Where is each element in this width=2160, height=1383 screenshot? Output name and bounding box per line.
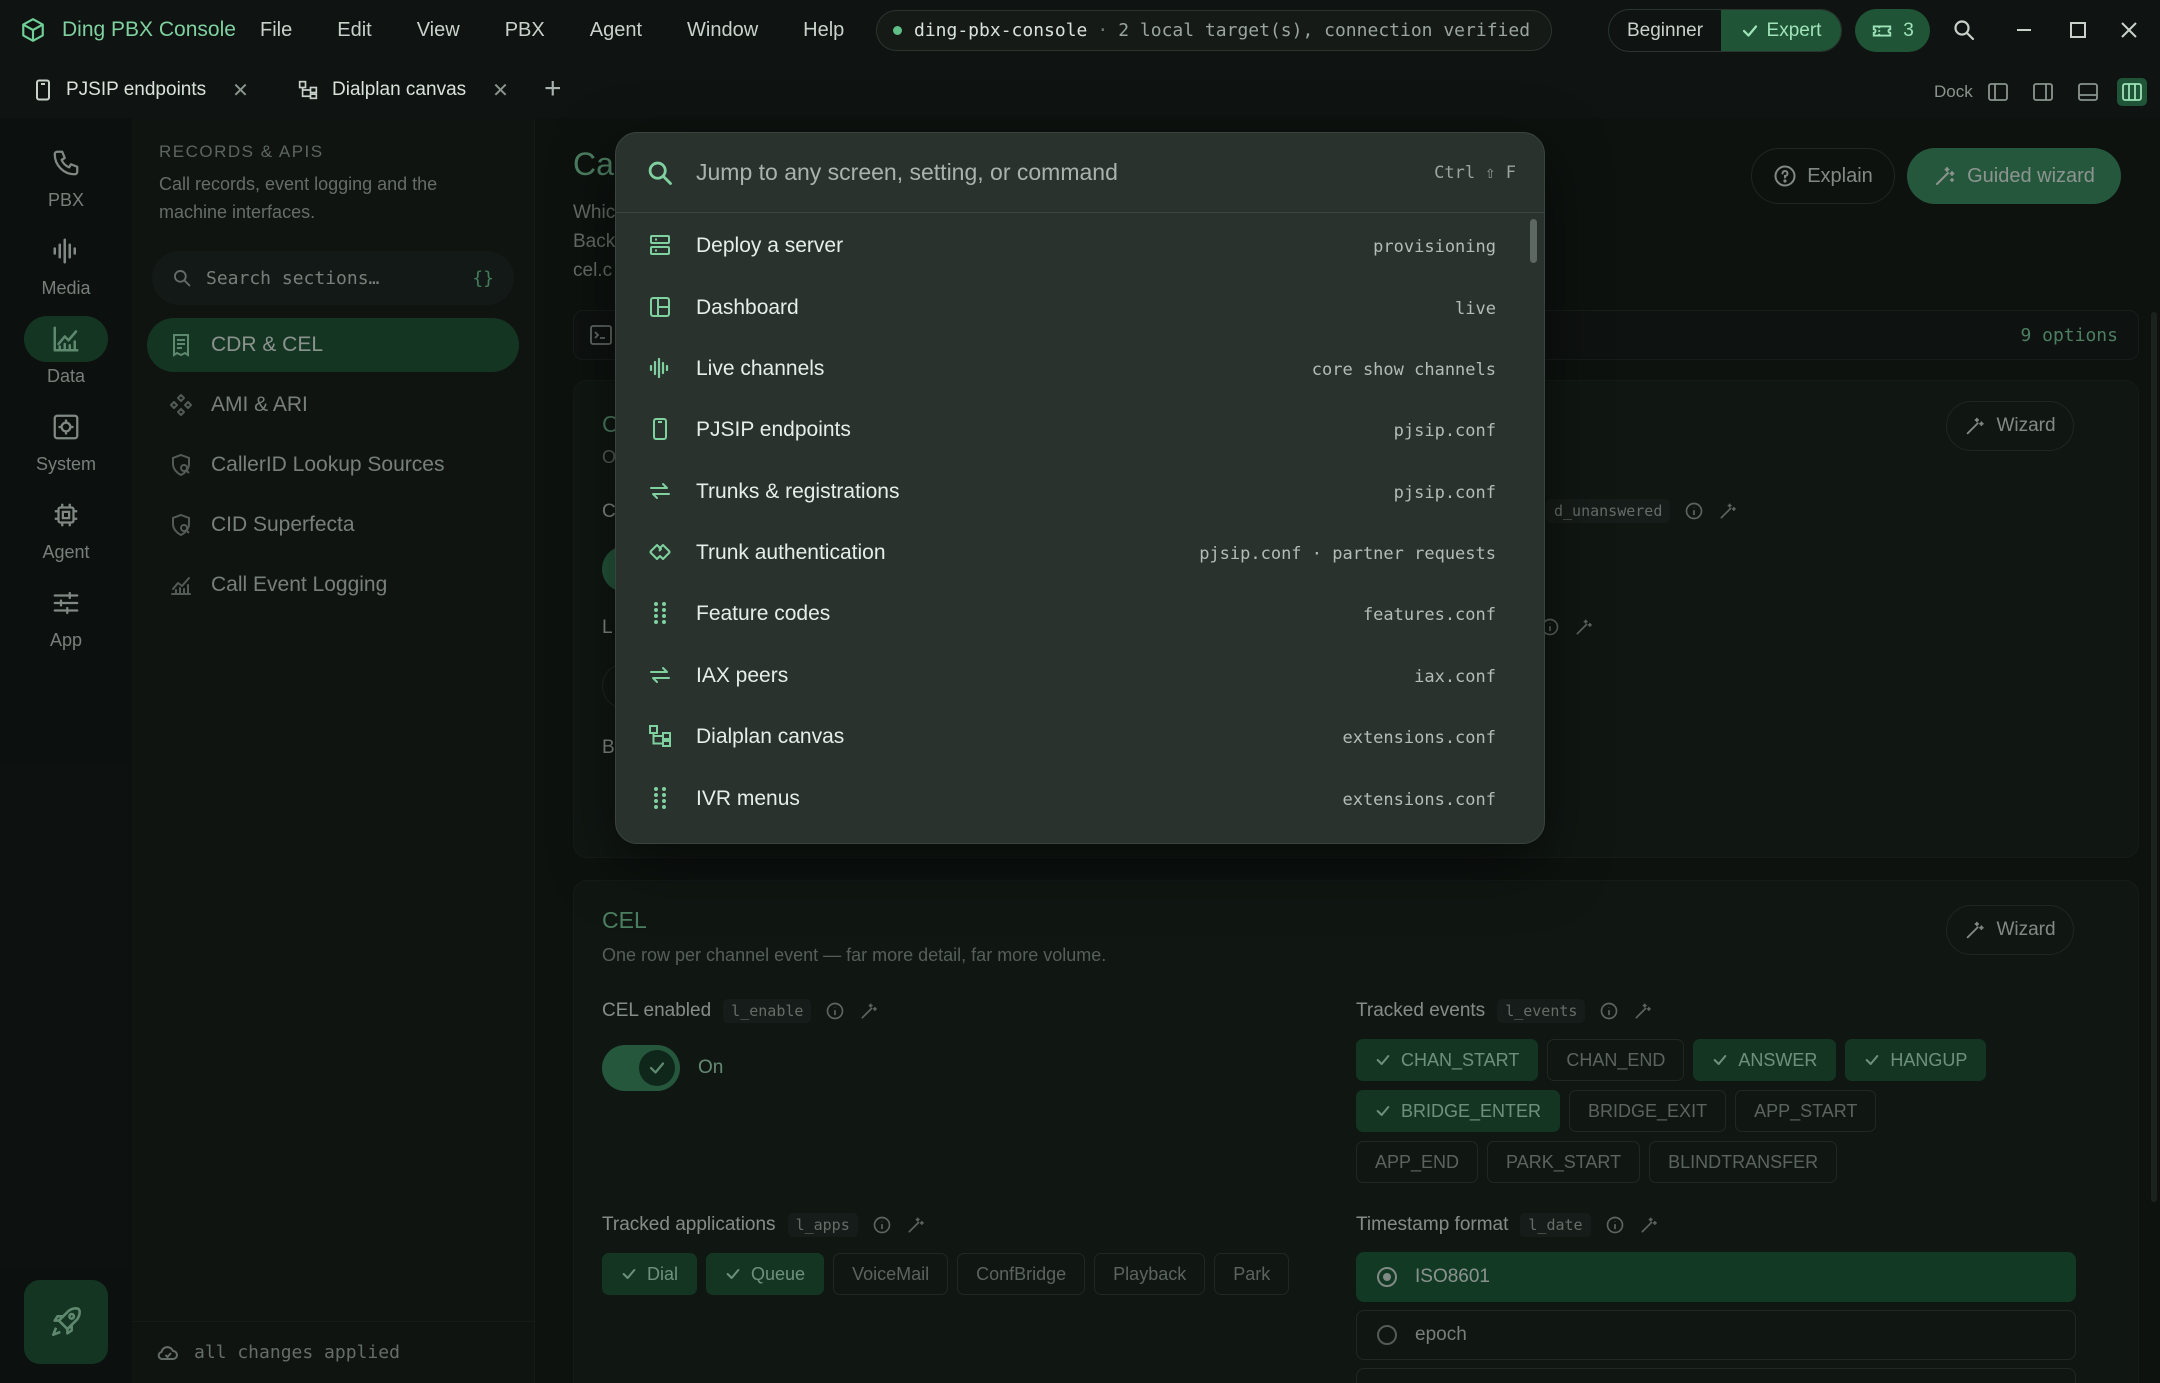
palette-item-label: Trunks & registrations	[696, 480, 900, 503]
palette-item-iax-peers[interactable]: IAX peers iax.conf	[616, 644, 1544, 706]
palette-search-input[interactable]: Jump to any screen, setting, or command …	[616, 133, 1544, 213]
phone-device-icon	[653, 418, 667, 440]
menu-window[interactable]: Window	[687, 19, 758, 42]
palette-item-feature-codes[interactable]: Feature codes features.conf	[616, 582, 1544, 644]
ticket-icon	[1873, 25, 1892, 36]
tab-label: PJSIP endpoints	[66, 79, 207, 100]
connection-dot-icon	[893, 26, 902, 35]
palette-item-label: Deploy a server	[696, 234, 844, 257]
menu-bar: File Edit View PBX Agent Window Help	[260, 0, 889, 60]
dock-bottom-button[interactable]	[2073, 78, 2103, 106]
dock-left-icon	[1988, 83, 2008, 101]
palette-item-label: Feature codes	[696, 602, 831, 625]
close-icon[interactable]	[2117, 18, 2141, 42]
tab-dialplan-canvas[interactable]: Dialplan canvas ✕	[298, 72, 509, 108]
connection-separator: ·	[1097, 20, 1109, 41]
palette-item-source: features.conf	[1362, 605, 1496, 625]
tab-close-icon[interactable]: ✕	[492, 78, 509, 103]
arrows-exchange-icon	[650, 483, 670, 499]
palette-item-source: iax.conf	[1414, 667, 1496, 687]
palette-item-source: pjsip.conf	[1393, 421, 1496, 441]
dock-bottom-icon	[2078, 83, 2098, 101]
dock-right-button[interactable]	[2028, 78, 2058, 106]
handshake-icon	[649, 544, 671, 560]
menu-pbx[interactable]: PBX	[505, 19, 545, 42]
palette-item-trunks-registrations[interactable]: Trunks & registrations pjsip.conf	[616, 460, 1544, 522]
maximize-icon[interactable]	[2066, 18, 2090, 42]
palette-item-deploy-server[interactable]: Deploy a server provisioning	[616, 214, 1544, 276]
palette-item-source: provisioning	[1373, 237, 1496, 257]
server-icon	[650, 235, 670, 255]
connection-host: ding-pbx-console	[914, 20, 1088, 41]
menu-help[interactable]: Help	[803, 19, 844, 42]
cube-logo-icon	[22, 18, 44, 42]
app-title: Ding PBX Console	[62, 18, 236, 41]
title-bar: Ding PBX Console File Edit View PBX Agen…	[0, 0, 2160, 60]
palette-item-source: extensions.conf	[1342, 728, 1496, 748]
dock-right-icon	[2033, 83, 2053, 101]
tab-label: Dialplan canvas	[332, 79, 467, 100]
palette-item-ivr-menus[interactable]: IVR menus extensions.conf	[616, 767, 1544, 829]
palette-item-label: Dashboard	[696, 296, 799, 319]
connection-status-pill[interactable]: ding-pbx-console · 2 local target(s), co…	[876, 10, 1552, 51]
palette-shortcut: Ctrl ⇧ F	[1434, 163, 1516, 183]
keypad-icon	[654, 787, 666, 809]
mode-expert-button[interactable]: Expert	[1721, 10, 1841, 51]
palette-item-pjsip-endpoints[interactable]: PJSIP endpoints pjsip.conf	[616, 398, 1544, 460]
mode-switch: Beginner Expert	[1608, 9, 1842, 52]
flow-diagram-icon	[649, 725, 671, 747]
menu-edit[interactable]: Edit	[337, 19, 371, 42]
mode-beginner-button[interactable]: Beginner	[1609, 10, 1721, 51]
tab-close-icon[interactable]: ✕	[232, 78, 249, 103]
palette-item-source: pjsip.conf	[1393, 483, 1496, 503]
check-icon	[1742, 24, 1757, 37]
dock-label: Dock	[1934, 82, 1973, 101]
palette-item-label: IAX peers	[696, 664, 789, 687]
palette-item-label: IVR menus	[696, 787, 800, 810]
palette-item-dialplan-canvas[interactable]: Dialplan canvas extensions.conf	[616, 705, 1544, 767]
tickets-button[interactable]: 3	[1855, 9, 1930, 52]
connection-status-text: 2 local target(s), connection verified	[1118, 20, 1531, 41]
tab-pjsip-endpoints[interactable]: PJSIP endpoints ✕	[34, 72, 249, 108]
ticket-count: 3	[1903, 19, 1914, 41]
palette-scrollbar[interactable]	[1530, 219, 1537, 263]
palette-item-label: PJSIP endpoints	[696, 418, 851, 441]
menu-view[interactable]: View	[417, 19, 460, 42]
dashboard-icon	[650, 297, 670, 317]
search-icon	[648, 161, 672, 185]
arrows-exchange-icon	[650, 667, 670, 683]
menu-file[interactable]: File	[260, 19, 292, 42]
palette-item-source: pjsip.conf · partner requests	[1199, 544, 1496, 564]
menu-agent[interactable]: Agent	[590, 19, 642, 42]
palette-item-dashboard[interactable]: Dashboard live	[616, 276, 1544, 338]
dock-grid-button[interactable]	[2117, 78, 2147, 106]
palette-item-label: Dialplan canvas	[696, 725, 845, 748]
mode-beginner-label: Beginner	[1626, 19, 1704, 41]
dock-left-button[interactable]	[1983, 78, 2013, 106]
add-tab-button[interactable]: +	[544, 74, 562, 104]
palette-item-source: extensions.conf	[1342, 790, 1496, 810]
palette-item-source: live	[1455, 299, 1496, 319]
minimize-icon[interactable]	[2012, 18, 2036, 42]
palette-search-placeholder: Jump to any screen, setting, or command	[696, 159, 1118, 185]
keypad-icon	[654, 602, 666, 624]
phone-device-icon	[36, 79, 50, 101]
search-icon[interactable]	[1952, 18, 1976, 42]
palette-item-label: Trunk authentication	[696, 541, 886, 564]
palette-item-live-channels[interactable]: Live channels core show channels	[616, 337, 1544, 399]
dock-grid-icon	[2122, 83, 2142, 101]
tab-bar: PJSIP endpoints ✕ Dialplan canvas ✕	[0, 60, 2160, 118]
command-palette: Jump to any screen, setting, or command …	[615, 132, 1545, 844]
palette-item-source: core show channels	[1311, 360, 1496, 380]
waveform-icon	[649, 357, 669, 379]
palette-item-label: Live channels	[696, 357, 825, 380]
flow-diagram-icon	[298, 80, 318, 100]
palette-item-trunk-authentication[interactable]: Trunk authentication pjsip.conf · partne…	[616, 521, 1544, 583]
mode-expert-label: Expert	[1766, 19, 1822, 41]
